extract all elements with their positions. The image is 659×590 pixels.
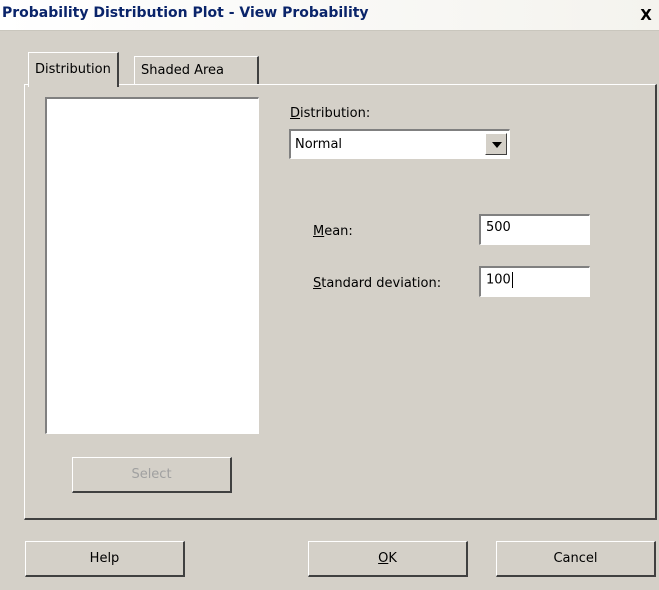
- mean-input[interactable]: 500: [479, 214, 590, 245]
- std-dev-label-rest: tandard deviation:: [321, 276, 442, 291]
- mean-label-rest: ean:: [324, 224, 353, 239]
- distribution-dropdown[interactable]: Normal: [289, 129, 510, 159]
- std-dev-value: 100: [486, 272, 511, 288]
- variables-listbox[interactable]: [45, 97, 259, 434]
- distribution-value: Normal: [295, 137, 343, 152]
- std-dev-label: Standard deviation:: [313, 276, 441, 291]
- chevron-down-icon[interactable]: [485, 133, 507, 155]
- mean-label-hotkey: M: [313, 224, 325, 239]
- window-title: Probability Distribution Plot - View Pro…: [2, 5, 369, 21]
- tab-distribution[interactable]: Distribution: [28, 52, 119, 87]
- distribution-label-hotkey: D: [290, 106, 301, 121]
- distribution-label: Distribution:: [290, 106, 370, 121]
- ok-rest: K: [388, 551, 397, 566]
- ok-hotkey: O: [378, 551, 389, 566]
- tab-shaded-area[interactable]: Shaded Area: [134, 56, 259, 85]
- mean-label: Mean:: [313, 224, 353, 239]
- text-caret: [511, 272, 513, 288]
- cancel-button[interactable]: Cancel: [496, 541, 656, 577]
- mean-value: 500: [486, 220, 511, 235]
- ok-button[interactable]: OK: [308, 541, 468, 577]
- select-button[interactable]: Select: [72, 457, 232, 493]
- std-dev-input[interactable]: 100: [479, 266, 590, 297]
- title-bar: Probability Distribution Plot - View Pro…: [0, 0, 659, 31]
- help-button[interactable]: Help: [25, 541, 185, 577]
- distribution-label-rest: istribution:: [300, 106, 371, 121]
- close-icon[interactable]: X: [637, 6, 655, 24]
